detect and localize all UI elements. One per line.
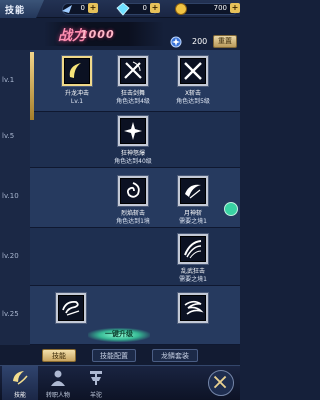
skill-name: 月神斩 — [183, 210, 202, 217]
page-title: 技能 — [0, 0, 44, 18]
energy-value: 0 — [80, 4, 85, 12]
skill-node-xslash[interactable] — [178, 56, 208, 86]
skill-points-value: 200 — [192, 37, 208, 46]
skill-label: 狂击剑舞 角色达到4级 — [103, 90, 163, 106]
nav-label: 技能 — [13, 392, 26, 399]
skill-requirement: 角色达到40级 — [114, 158, 152, 165]
diamond-value: 0 — [142, 4, 147, 12]
nav-item-character[interactable]: 转职人物 — [40, 366, 76, 400]
skill-requirement: 角色达到5级 — [176, 98, 210, 105]
skill-nav-icon — [13, 371, 28, 385]
skill-name: 狂击剑舞 — [120, 90, 145, 97]
skill-requirement: Lv.1 — [70, 98, 84, 105]
skill-label: 升龙冲击 Lv.1 — [47, 90, 107, 106]
top-bar: 技能 0 + 0 + 700 + — [0, 0, 240, 18]
moon-blade-icon — [185, 184, 201, 199]
reset-button[interactable]: 重置 — [213, 35, 237, 48]
energy-counter: 0 + — [62, 3, 98, 15]
skill-node-luanwu[interactable] — [178, 234, 208, 264]
vortex-icon — [62, 301, 80, 316]
level-label: lv.25 — [2, 310, 19, 318]
skill-node-lieyan[interactable] — [118, 176, 148, 206]
skill-tabs: 技能 技能配置 龙鳞套装 — [0, 345, 240, 365]
nav-label: 转职人物 — [45, 392, 70, 399]
storm-slash-icon — [184, 240, 202, 259]
nav-label: 羊驼 — [89, 392, 102, 399]
skill-requirement: 角色达到4级 — [116, 98, 150, 105]
skill-label: 乱武狂击 需要之境1 — [163, 268, 223, 284]
energy-icon — [62, 5, 72, 13]
skill-requirement: 角色达到1境 — [116, 218, 150, 225]
nav-item-skills[interactable]: 技能 — [2, 366, 38, 400]
skill-points: 200 — [170, 36, 212, 48]
diamond-icon — [116, 2, 130, 16]
skill-name: 乱武狂击 — [180, 268, 205, 275]
rage-burst-icon — [124, 122, 142, 140]
skill-label: 狂神怒爆 角色达到40级 — [103, 150, 163, 166]
character-nav-icon — [51, 370, 65, 386]
skill-name: 狂神怒爆 — [120, 150, 145, 157]
skill-name: 烈焰斩击 — [120, 210, 145, 217]
whirlwind-icon — [184, 300, 204, 315]
power-value: 1000 — [80, 28, 115, 41]
close-panel-button[interactable] — [208, 370, 234, 396]
add-diamond-button[interactable]: + — [150, 3, 160, 13]
skill-name: X斩击 — [184, 90, 202, 97]
gold-value: 700 — [213, 4, 227, 12]
level-label: lv.20 — [2, 252, 19, 260]
skill-label: 月神斩 需要之境1 — [163, 210, 223, 226]
tab-skills[interactable]: 技能 — [42, 349, 76, 362]
skill-point-icon — [170, 36, 182, 48]
skill-node-vortex[interactable] — [56, 293, 86, 323]
skill-node-yueshen[interactable] — [178, 176, 208, 206]
level-label: lv.5 — [2, 132, 15, 140]
level-label: lv.1 — [2, 76, 15, 84]
power-banner: 战力 1000 — [44, 22, 164, 46]
gold-counter: 700 + — [175, 3, 240, 15]
skill-label: 烈焰斩击 角色达到1境 — [103, 210, 163, 226]
skill-requirement: 需要之境1 — [179, 276, 207, 283]
alpaca-nav-icon — [90, 371, 102, 385]
diamond-counter: 0 + — [116, 2, 160, 16]
crescent-slash-icon — [69, 63, 81, 78]
tab-skill-config[interactable]: 技能配置 — [92, 349, 136, 362]
skill-requirement: 需要之境1 — [179, 218, 207, 225]
nav-item-alpaca[interactable]: 羊驼 — [78, 366, 114, 400]
flame-swirl-icon — [126, 182, 140, 198]
add-gold-button[interactable]: + — [230, 3, 240, 13]
level-column: lv.1 lv.5 lv.10 lv.20 lv.25 — [0, 50, 30, 345]
cross-sword-icon — [124, 61, 142, 79]
skill-node-kuangji[interactable] — [118, 56, 148, 86]
skill-node-kuangshen[interactable] — [118, 116, 148, 146]
side-menu-button[interactable] — [224, 202, 238, 216]
skill-node-whirlwind[interactable] — [178, 293, 208, 323]
level-label: lv.10 — [2, 192, 19, 200]
tab-dragon-scale-set[interactable]: 龙鳞套装 — [152, 349, 198, 362]
skill-name: 升龙冲击 — [64, 90, 89, 97]
skill-node-shenglong[interactable] — [62, 56, 92, 86]
add-energy-button[interactable]: + — [88, 3, 98, 13]
crossed-swords-icon — [213, 375, 227, 389]
one-click-upgrade-button[interactable]: 一键升级 — [96, 329, 142, 341]
active-tier-marker — [30, 52, 34, 120]
bottom-nav: 技能 转职人物 羊驼 — [0, 365, 240, 400]
gold-coin-icon — [175, 3, 187, 15]
x-slash-icon — [184, 62, 202, 80]
skill-label: X斩击 角色达到5级 — [163, 90, 223, 106]
